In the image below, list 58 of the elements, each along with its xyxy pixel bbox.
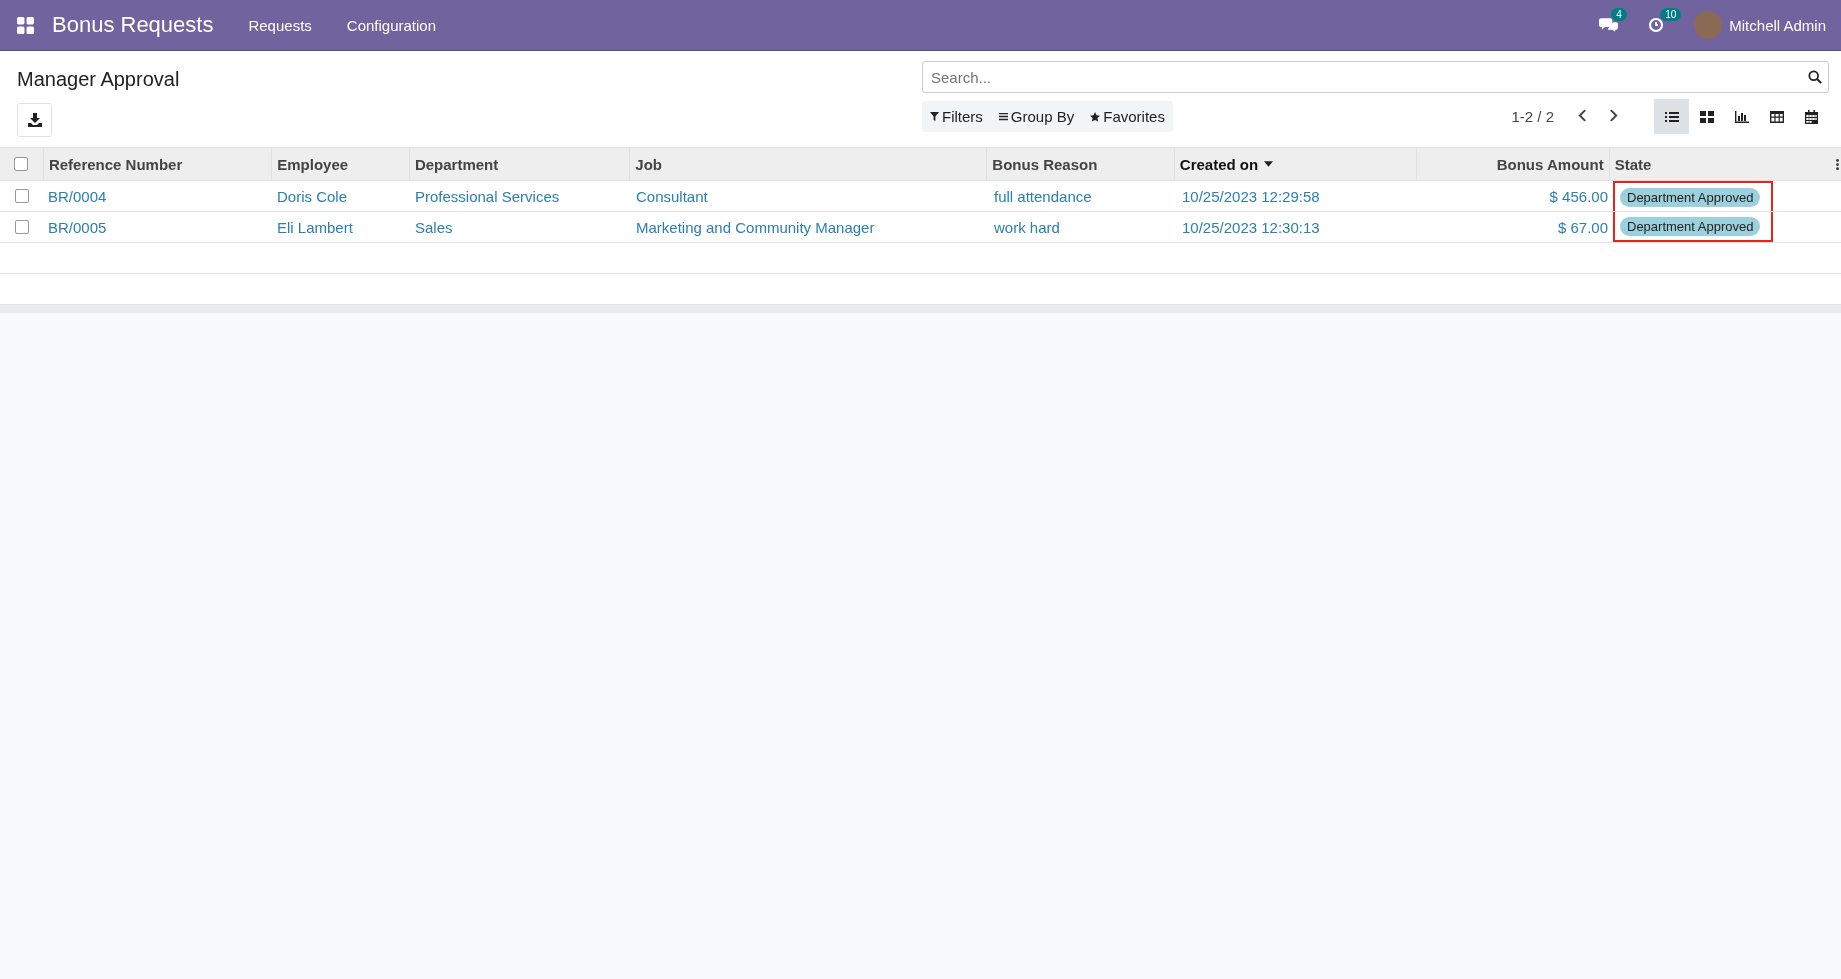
chat-bubbles-icon[interactable] (1599, 17, 1619, 33)
table-cell[interactable]: BR/0005 (48, 218, 107, 236)
table-cell[interactable]: Professional Services (415, 187, 560, 205)
column-header[interactable]: Bonus Amount (1496, 155, 1604, 173)
app-title[interactable]: Bonus Requests (52, 12, 214, 38)
table-cell[interactable]: 10/25/2023 12:30:13 (1182, 218, 1320, 236)
calendar-icon[interactable] (1805, 109, 1818, 124)
download-icon[interactable] (27, 113, 42, 127)
select-all-checkbox[interactable] (14, 157, 29, 171)
table-cell[interactable]: Eli Lambert (277, 218, 353, 236)
chevron-right-icon[interactable] (1609, 108, 1618, 122)
table-cell[interactable]: $ 456.00 (1549, 187, 1608, 205)
table-icon[interactable] (1769, 110, 1784, 123)
table-cell[interactable]: 10/25/2023 12:29:58 (1182, 187, 1320, 205)
search-field[interactable]: Search... (922, 61, 1829, 93)
search-icon[interactable] (1808, 70, 1822, 84)
state-badge: Department Approved (1620, 187, 1761, 207)
download-button[interactable] (17, 103, 52, 137)
bar-chart-icon[interactable] (1734, 110, 1749, 123)
filter-menu-button[interactable]: Filters (922, 101, 991, 132)
messages-count-badge: 4 (1611, 8, 1627, 21)
grid-icon[interactable] (1699, 110, 1714, 123)
table-cell[interactable]: $ 67.00 (1557, 218, 1608, 236)
column-header[interactable]: Created on (1179, 155, 1259, 173)
row-checkbox[interactable] (14, 189, 29, 203)
chevron-left-icon[interactable] (1578, 108, 1587, 122)
column-header[interactable]: Department (414, 155, 499, 173)
column-options-icon[interactable] (1836, 158, 1839, 170)
activities-count-badge: 10 (1660, 8, 1682, 21)
state-badge: Department Approved (1620, 216, 1761, 236)
column-header[interactable]: Bonus Reason (992, 155, 1098, 173)
star-icon[interactable] (1090, 111, 1101, 122)
menu-item[interactable]: Configuration (346, 16, 437, 34)
table-cell[interactable]: Marketing and Community Manager (636, 218, 875, 236)
list-view-button[interactable] (1654, 99, 1689, 134)
table-cell[interactable]: full attendance (994, 187, 1092, 205)
menu-item[interactable]: Requests (248, 16, 312, 34)
row-checkbox[interactable] (14, 220, 29, 234)
lines-icon[interactable] (998, 112, 1008, 121)
table-cell[interactable]: Consultant (636, 187, 708, 205)
column-header[interactable]: Employee (277, 155, 349, 173)
filter-menu-button[interactable]: Group By (990, 101, 1083, 132)
user-name[interactable]: Mitchell Admin (1729, 16, 1826, 34)
column-header[interactable]: Job (635, 155, 662, 173)
pager-text: 1-2 / 2 (1511, 108, 1554, 125)
column-header[interactable]: Reference Number (48, 155, 183, 173)
clock-icon[interactable] (1648, 17, 1665, 33)
table-cell[interactable]: Sales (415, 218, 453, 236)
list-icon[interactable] (1664, 110, 1679, 123)
table-cell[interactable]: work hard (994, 218, 1060, 236)
column-header[interactable]: State (1614, 155, 1652, 173)
page-title: Manager Approval (17, 68, 181, 91)
filter-menu-button[interactable]: Favorites (1082, 101, 1173, 132)
table-cell[interactable]: BR/0004 (48, 187, 107, 205)
funnel-icon[interactable] (930, 112, 939, 121)
sort-caret-icon[interactable] (1264, 161, 1274, 167)
table-cell[interactable]: Doris Cole (277, 187, 348, 205)
apps-grid-icon[interactable] (17, 16, 34, 34)
